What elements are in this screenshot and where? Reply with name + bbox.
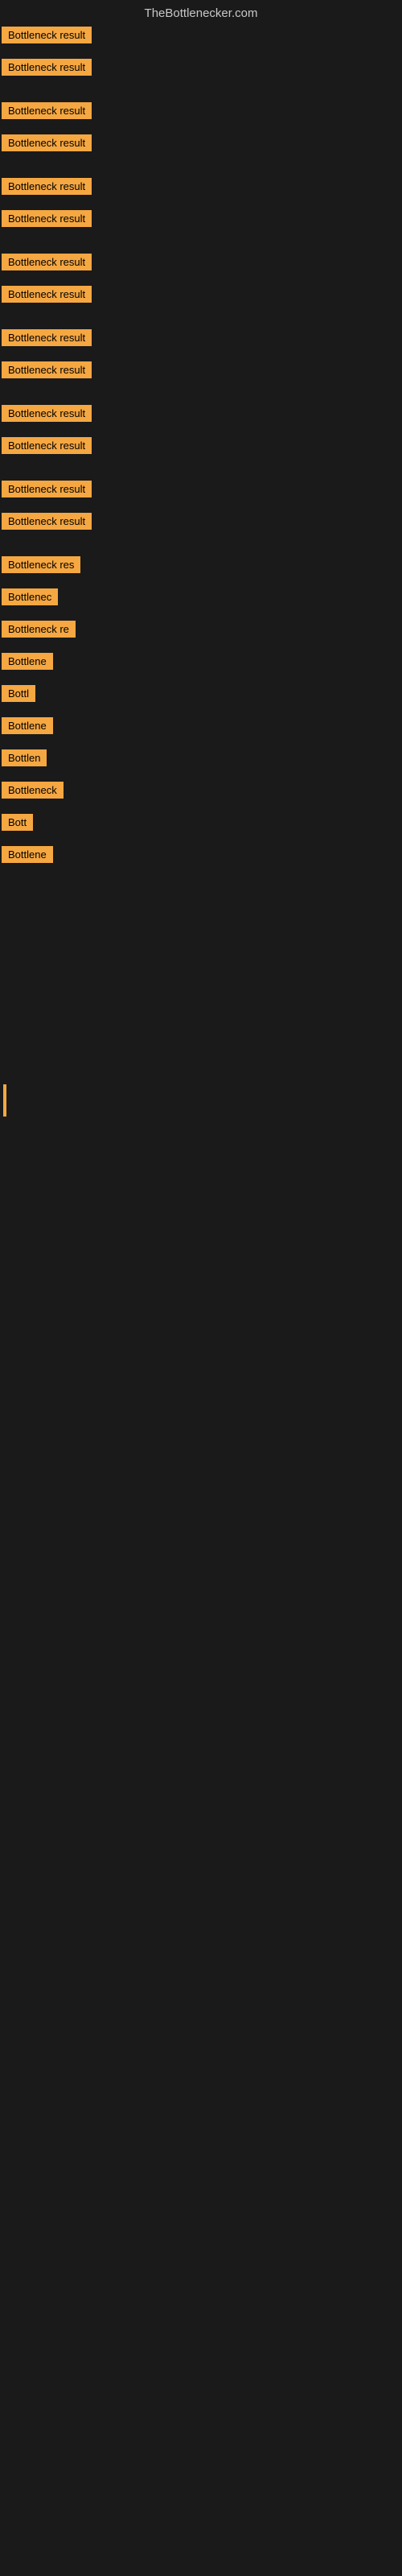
bottleneck-list: Bottleneck result Bottleneck result Bottle… xyxy=(0,23,402,875)
list-item: Bottleneck result xyxy=(0,99,402,131)
bottleneck-label: Bottlenec xyxy=(2,588,58,605)
bottleneck-label: Bottleneck result xyxy=(2,286,92,303)
list-item: Bottleneck result xyxy=(0,175,402,207)
list-item: Bottlen xyxy=(0,746,402,778)
list-item: Bottleneck result xyxy=(0,250,402,283)
list-item: Bottlene xyxy=(0,650,402,682)
list-item: Bottleneck result xyxy=(0,358,402,390)
bottom-section xyxy=(0,923,402,1439)
bottleneck-label: Bottleneck result xyxy=(2,102,92,119)
bottleneck-label: Bottl xyxy=(2,685,35,702)
list-item: Bottleneck xyxy=(0,778,402,811)
bottleneck-label: Bottleneck result xyxy=(2,513,92,530)
bottleneck-label: Bottlene xyxy=(2,653,53,670)
bottleneck-label: Bottleneck result xyxy=(2,329,92,346)
bottleneck-label: Bottleneck result xyxy=(2,481,92,497)
list-item: Bott xyxy=(0,811,402,843)
bottleneck-label: Bottleneck xyxy=(2,782,64,799)
list-item: Bottleneck res xyxy=(0,553,402,585)
list-item: Bottleneck result xyxy=(0,434,402,466)
list-item: Bottlene xyxy=(0,843,402,875)
list-item: Bottlene xyxy=(0,714,402,746)
list-item: Bottleneck result xyxy=(0,510,402,542)
list-item: Bottlenec xyxy=(0,585,402,617)
bottleneck-label: Bottleneck result xyxy=(2,178,92,195)
bottleneck-label: Bottleneck result xyxy=(2,361,92,378)
list-item: Bottl xyxy=(0,682,402,714)
bottleneck-label: Bottleneck res xyxy=(2,556,80,573)
bottleneck-label: Bottleneck re xyxy=(2,621,76,638)
list-item: Bottleneck result xyxy=(0,23,402,56)
list-item: Bottleneck result xyxy=(0,207,402,239)
list-item: Bottleneck result xyxy=(0,402,402,434)
bottleneck-label: Bottleneck result xyxy=(2,59,92,76)
bottleneck-label: Bottlene xyxy=(2,717,53,734)
bottleneck-label: Bottlene xyxy=(2,846,53,863)
bottleneck-label: Bottleneck result xyxy=(2,254,92,270)
bottleneck-label: Bottleneck result xyxy=(2,134,92,151)
bottleneck-label: Bottleneck result xyxy=(2,27,92,43)
site-header: TheBottlenecker.com xyxy=(0,0,402,23)
bottleneck-label: Bottleneck result xyxy=(2,210,92,227)
bottleneck-label: Bottleneck result xyxy=(2,437,92,454)
list-item: Bottleneck re xyxy=(0,617,402,650)
bottleneck-label: Bottleneck result xyxy=(2,405,92,422)
bottleneck-label: Bottlen xyxy=(2,749,47,766)
site-title: TheBottlenecker.com xyxy=(145,6,258,20)
list-item: Bottleneck result xyxy=(0,56,402,88)
list-item: Bottleneck result xyxy=(0,477,402,510)
list-item: Bottleneck result xyxy=(0,131,402,163)
list-item: Bottleneck result xyxy=(0,283,402,315)
bottleneck-label: Bott xyxy=(2,814,33,831)
bottom-bar xyxy=(3,1084,6,1117)
list-item: Bottleneck result xyxy=(0,326,402,358)
